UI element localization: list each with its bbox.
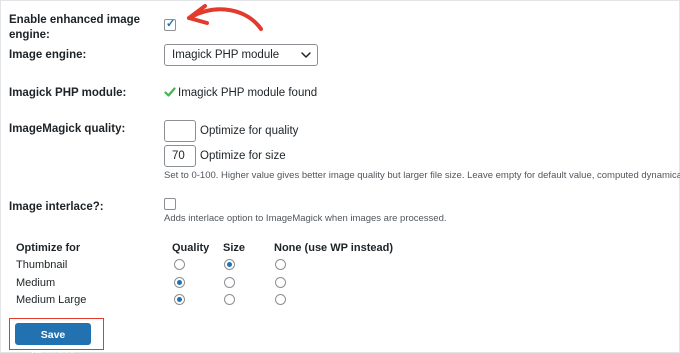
enhanced-engine-checkbox[interactable]: ✓ [164,18,176,31]
chevron-down-icon [301,52,311,58]
enhanced-engine-label: Enable enhanced image engine: [9,14,141,41]
table-row-label-medium: Medium [16,277,56,289]
imagick-module-status: Imagick PHP module found [178,87,318,99]
checkmark-icon: ✓ [166,18,176,30]
medium-none-radio[interactable] [275,277,286,288]
size-input[interactable] [164,145,196,167]
image-interlace-checkbox[interactable] [164,198,176,210]
imagemagick-quality-label: ImageMagick quality: [9,123,126,135]
medium-large-size-radio[interactable] [224,294,235,305]
image-engine-selected-value: Imagick PHP module [172,49,280,61]
image-engine-select[interactable]: Imagick PHP module [164,44,318,66]
medium-large-quality-radio[interactable] [174,294,185,305]
table-header-none: None (use WP instead) [274,242,393,254]
image-engine-label: Image engine: [9,49,87,61]
medium-quality-radio[interactable] [174,277,185,288]
table-header-optimize-for: Optimize for [16,242,81,254]
thumbnail-size-radio[interactable] [224,259,235,270]
settings-page: Enable enhanced image engine: ✓ Image en… [0,0,680,353]
quality-input-label: Optimize for quality [200,125,299,137]
table-header-size: Size [223,242,246,254]
thumbnail-none-radio[interactable] [275,259,286,270]
quality-description: Set to 0-100. Higher value gives better … [164,170,680,181]
checkmark-icon [164,87,176,97]
medium-size-radio[interactable] [224,277,235,288]
medium-large-none-radio[interactable] [275,294,286,305]
thumbnail-quality-radio[interactable] [174,259,185,270]
imagick-module-label: Imagick PHP module: [9,87,127,99]
image-interlace-label: Image interlace?: [9,201,104,213]
quality-input[interactable] [164,120,196,142]
interlace-description: Adds interlace option to ImageMagick whe… [164,213,447,224]
save-changes-button[interactable]: Save Changes [15,323,91,353]
table-header-quality: Quality [172,242,210,254]
table-row-label-medium-large: Medium Large [16,294,87,306]
annotation-arrow-icon [187,4,263,31]
table-row-label-thumbnail: Thumbnail [16,259,68,271]
size-input-label: Optimize for size [200,150,286,162]
